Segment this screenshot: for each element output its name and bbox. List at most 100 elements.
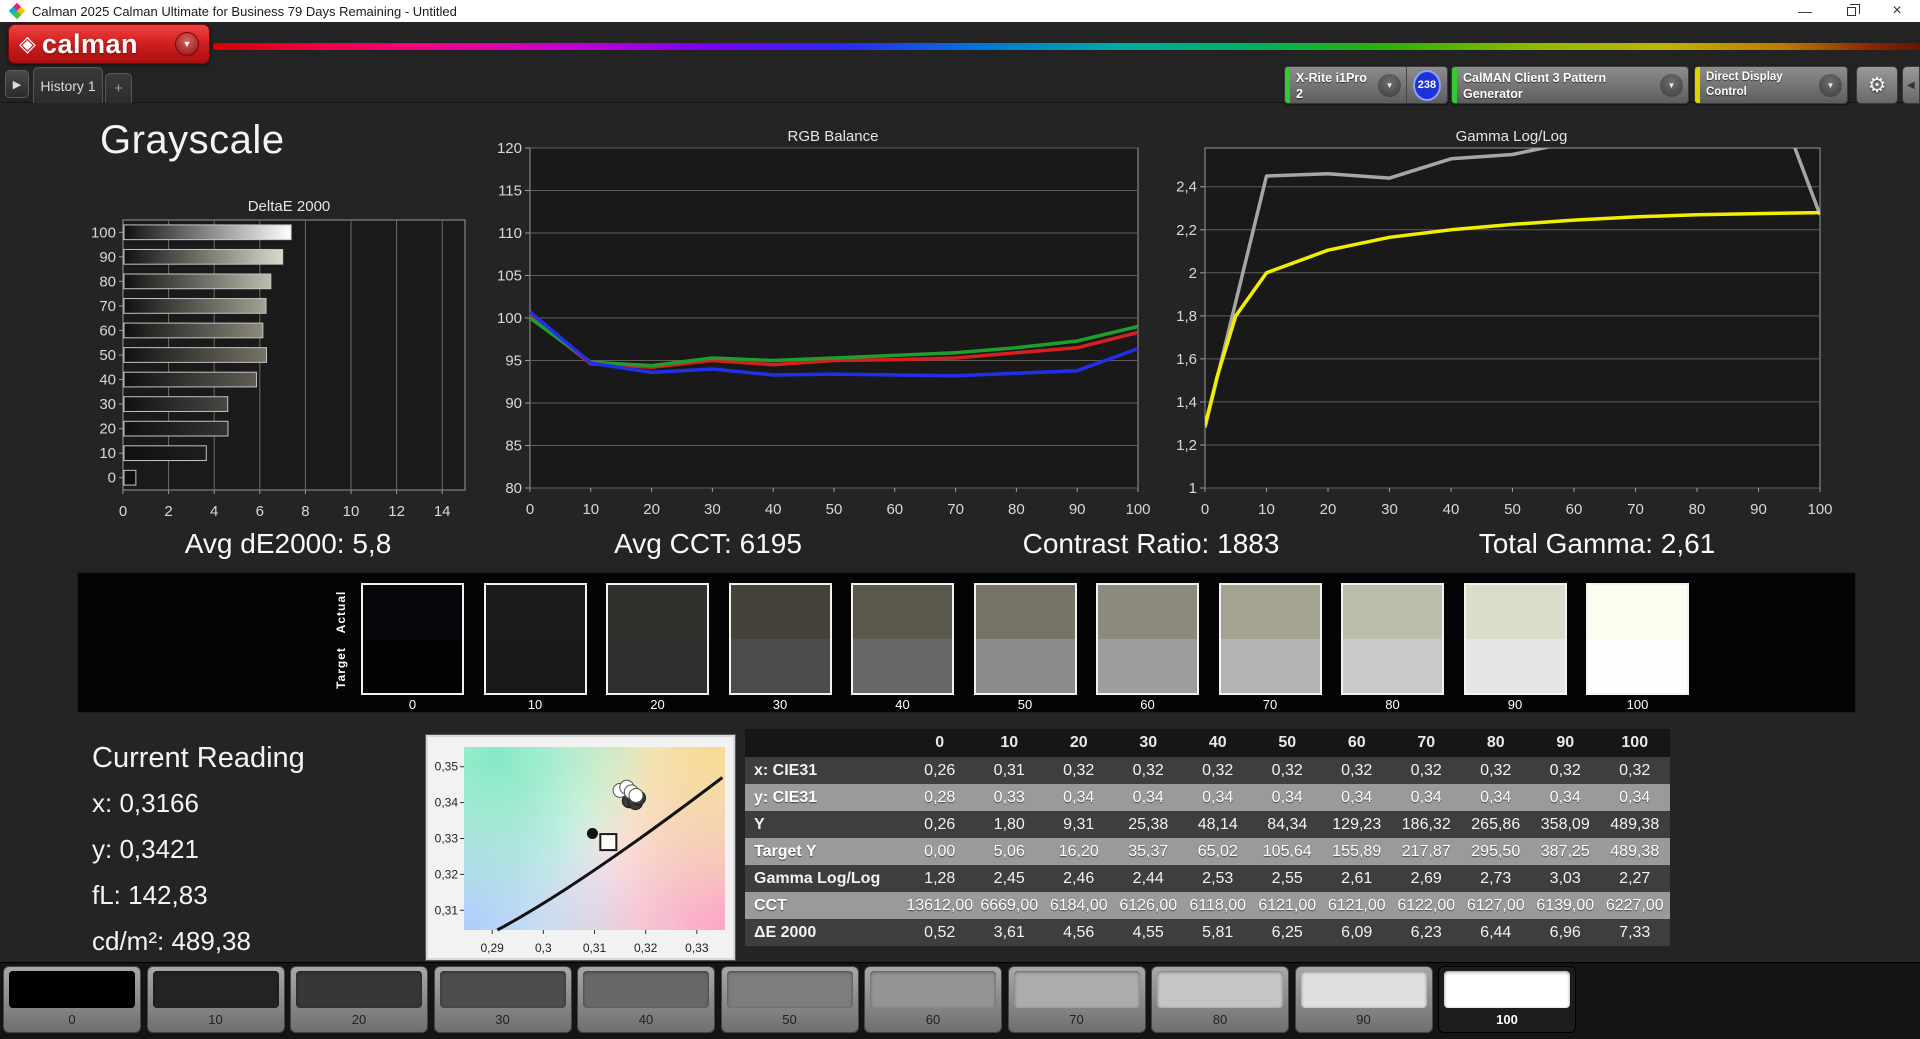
target-patch xyxy=(1588,639,1687,693)
svg-text:40: 40 xyxy=(765,501,782,518)
svg-text:0: 0 xyxy=(526,501,534,518)
table-cell: 0,32 xyxy=(1619,761,1651,779)
table-cell: 6121,00 xyxy=(1258,896,1317,914)
grayscale-swatch-90 xyxy=(1463,583,1567,695)
grayscale-comparison-strip: Actual Target 0 10 20 30 40 50 60 70 80 90 100 xyxy=(77,572,1856,713)
level-patch xyxy=(1300,971,1427,1008)
svg-text:105: 105 xyxy=(497,268,522,285)
level-button-20[interactable]: 20 xyxy=(290,966,428,1033)
restore-icon[interactable] xyxy=(1828,0,1874,22)
table-cell: 6227,00 xyxy=(1605,896,1664,914)
svg-text:1: 1 xyxy=(1189,480,1197,497)
swatch-level-label: 80 xyxy=(1385,697,1400,712)
actual-patch xyxy=(1098,585,1197,639)
logo-chevron-down-icon[interactable]: ▼ xyxy=(175,32,199,56)
table-cell: 0,32 xyxy=(1480,761,1512,779)
table-column-header: 0 xyxy=(935,734,945,751)
display-control-chevron-down-icon[interactable]: ▼ xyxy=(1819,73,1842,97)
table-cell: 5,06 xyxy=(993,842,1025,860)
table-row: Target Y 0,00 5,06 16,20 35,37 65,02 105,64 155… xyxy=(745,838,1670,865)
grayscale-swatch-0 xyxy=(361,583,464,695)
settings-gear-button[interactable]: ⚙ xyxy=(1856,66,1898,104)
level-button-100[interactable]: 100 xyxy=(1438,966,1576,1033)
svg-text:1,6: 1,6 xyxy=(1176,351,1197,368)
level-button-90[interactable]: 90 xyxy=(1294,966,1433,1033)
table-cell: 6118,00 xyxy=(1189,896,1247,914)
target-patch xyxy=(975,639,1075,693)
meter-count-badge: 238 xyxy=(1412,69,1441,101)
cie-chart-svg: 0,31 0,32 0,33 0,34 0,35 0,29 0,3 0,31 0,32 0,33 xyxy=(435,760,724,955)
svg-text:4: 4 xyxy=(210,503,218,520)
pattern-generator-chevron-down-icon[interactable]: ▼ xyxy=(1660,73,1683,97)
table-cell: 0,26 xyxy=(924,815,956,833)
display-control-dropdown[interactable]: Direct Display Control ▼ xyxy=(1694,66,1848,104)
svg-text:90: 90 xyxy=(1069,501,1086,518)
level-button-70[interactable]: 70 xyxy=(1007,966,1146,1033)
table-cell: 5,81 xyxy=(1202,923,1234,941)
table-cell: 186,32 xyxy=(1401,815,1451,833)
level-patch xyxy=(296,971,422,1008)
table-cell: 48,14 xyxy=(1197,815,1238,833)
calman-app-window: Calman 2025 Calman Ultimate for Business… xyxy=(0,0,1920,1039)
level-button-10[interactable]: 10 xyxy=(146,966,285,1033)
level-patch xyxy=(9,971,135,1008)
minimize-icon[interactable]: — xyxy=(1782,0,1828,22)
avg-de2000-value: Avg dE2000: 5,8 xyxy=(184,528,392,559)
svg-text:85: 85 xyxy=(505,438,522,455)
table-cell: 489,38 xyxy=(1610,842,1660,860)
level-patch xyxy=(583,971,709,1008)
display-control-label: Direct Display Control xyxy=(1706,71,1783,98)
table-cell: 6127,00 xyxy=(1466,896,1525,914)
table-cell: 0,34 xyxy=(1480,788,1512,806)
table-column-header: 80 xyxy=(1486,734,1505,751)
level-button-40[interactable]: 40 xyxy=(577,966,715,1033)
svg-text:0: 0 xyxy=(1201,501,1209,518)
swatch-level-label: 90 xyxy=(1507,697,1523,712)
svg-text:40: 40 xyxy=(99,372,116,389)
table-cell: 2,61 xyxy=(1341,869,1373,887)
table-cell: 0,34 xyxy=(1132,788,1164,806)
table-cell: 2,27 xyxy=(1619,869,1651,887)
actual-patch xyxy=(853,585,952,639)
pattern-generator-dropdown[interactable]: CalMAN Client 3 Pattern Generator ▼ xyxy=(1451,66,1689,104)
level-button-80[interactable]: 80 xyxy=(1151,966,1289,1033)
collapse-panel-button[interactable]: ◀ xyxy=(1902,66,1920,104)
table-column-header: 40 xyxy=(1208,734,1227,751)
level-button-0[interactable]: 0 xyxy=(3,966,141,1033)
table-cell: 3,61 xyxy=(993,923,1025,941)
swatch-level-label: 70 xyxy=(1262,697,1278,712)
svg-text:10: 10 xyxy=(1258,501,1275,518)
svg-text:30: 30 xyxy=(1381,501,1398,518)
level-label: 50 xyxy=(782,1012,797,1027)
level-patch xyxy=(1444,971,1570,1008)
table-cell: 0,33 xyxy=(993,788,1025,806)
target-patch xyxy=(608,639,707,693)
table-cell: 0,34 xyxy=(1549,788,1581,806)
table-row: x: CIE31 0,26 0,31 0,32 0,32 0,32 0,32 0,32 0,32… xyxy=(745,757,1670,784)
table-cell: 0,34 xyxy=(1341,788,1373,806)
layout-nav-arrow-button[interactable]: ▶ xyxy=(5,70,29,98)
table-cell: 6184,00 xyxy=(1049,896,1108,914)
current-reading-y: y: 0,3421 xyxy=(92,834,199,864)
level-button-60[interactable]: 60 xyxy=(864,966,1002,1033)
meter-dropdown[interactable]: X-Rite i1Pro 2 Direct View ▼ 238 xyxy=(1284,66,1448,104)
table-cell: 0,26 xyxy=(924,761,956,779)
table-cell: 0,34 xyxy=(1271,788,1303,806)
svg-text:10: 10 xyxy=(582,501,599,518)
deltae-chart-title: DeltaE 2000 xyxy=(247,198,331,215)
level-button-50[interactable]: 50 xyxy=(720,966,859,1033)
table-cell: 6121,00 xyxy=(1327,896,1386,914)
tab-history-1[interactable]: History 1 xyxy=(33,67,103,103)
svg-text:80: 80 xyxy=(1008,501,1025,518)
row-label: y: CIE31 xyxy=(754,788,818,806)
swatch-level-label: 0 xyxy=(408,697,417,712)
level-button-30[interactable]: 30 xyxy=(433,966,572,1033)
table-column-header: 30 xyxy=(1139,734,1158,751)
meter-chevron-down-icon[interactable]: ▼ xyxy=(1378,73,1402,97)
pattern-generator-label: CalMAN Client 3 Pattern Generator xyxy=(1463,71,1607,102)
add-tab-button[interactable]: + xyxy=(105,73,132,103)
svg-text:0,32: 0,32 xyxy=(435,867,459,881)
close-icon[interactable]: × xyxy=(1874,0,1920,22)
calman-menu-button[interactable]: ◈ calman ▼ xyxy=(8,24,210,64)
svg-text:0,29: 0,29 xyxy=(480,941,504,955)
